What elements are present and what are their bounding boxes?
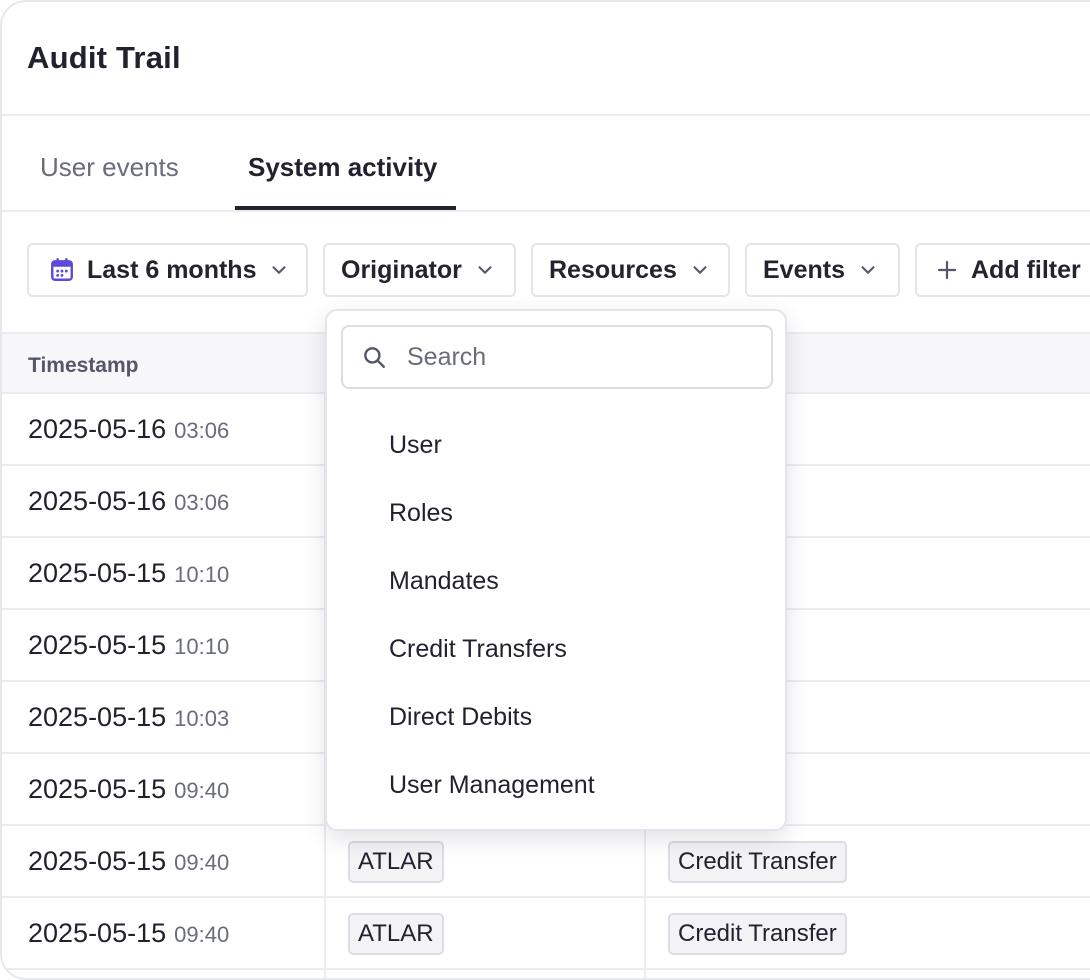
search-icon bbox=[364, 347, 385, 368]
timestamp-cell: 2025-05-16 03:06 bbox=[28, 414, 229, 445]
timestamp-time: 10:10 bbox=[174, 634, 230, 659]
resources-filter-button[interactable]: Resources bbox=[531, 243, 730, 297]
timestamp-cell: 2025-05-15 10:10 bbox=[28, 558, 229, 589]
audit-trail-panel: Audit Trail User events System activity … bbox=[0, 0, 1090, 980]
timestamp-time: 09:40 bbox=[174, 850, 230, 875]
resource-tag: Credit Transfer bbox=[668, 913, 847, 955]
active-tab-indicator bbox=[235, 206, 456, 210]
chevron-down-icon bbox=[693, 266, 707, 274]
timestamp-time: 03:06 bbox=[174, 418, 230, 443]
events-filter-button[interactable]: Events bbox=[745, 243, 900, 297]
resource-tag: Credit Transfer bbox=[668, 841, 847, 883]
calendar-icon bbox=[51, 257, 73, 281]
date-range-filter-button[interactable]: Last 6 months bbox=[27, 243, 308, 297]
plus-icon bbox=[937, 260, 957, 280]
timestamp-date: 2025-05-15 bbox=[28, 558, 167, 588]
timestamp-date: 2025-05-15 bbox=[28, 630, 167, 660]
tab-user-events[interactable]: User events bbox=[40, 152, 179, 183]
resources-filter-label: Resources bbox=[549, 255, 677, 284]
dropdown-option-user[interactable]: User bbox=[389, 431, 442, 460]
originator-tag: ATLAR bbox=[348, 841, 444, 883]
chevron-down-icon bbox=[272, 266, 286, 274]
dropdown-option-credit-transfers[interactable]: Credit Transfers bbox=[389, 635, 567, 664]
timestamp-cell: 2025-05-15 09:40 bbox=[28, 918, 229, 949]
timestamp-date: 2025-05-15 bbox=[28, 774, 167, 804]
table-row[interactable]: 2025-05-15 09:40 ATLAR Credit Transfer bbox=[2, 898, 1090, 970]
timestamp-time: 09:40 bbox=[174, 778, 230, 803]
dropdown-option-direct-debits[interactable]: Direct Debits bbox=[389, 703, 532, 732]
timestamp-time: 09:40 bbox=[174, 922, 230, 947]
timestamp-date: 2025-05-16 bbox=[28, 414, 167, 444]
dropdown-option-roles[interactable]: Roles bbox=[389, 499, 453, 528]
timestamp-cell: 2025-05-15 09:40 bbox=[28, 774, 229, 805]
timestamp-date: 2025-05-15 bbox=[28, 846, 167, 876]
filter-bar: Last 6 months Originator Resources Event… bbox=[2, 243, 1090, 301]
timestamp-cell: 2025-05-15 09:40 bbox=[28, 846, 229, 877]
timestamp-cell: 2025-05-16 03:06 bbox=[28, 486, 229, 517]
page-title: Audit Trail bbox=[27, 40, 181, 75]
tab-system-activity[interactable]: System activity bbox=[248, 152, 437, 183]
timestamp-date: 2025-05-15 bbox=[28, 918, 167, 948]
dropdown-search-input[interactable] bbox=[405, 341, 739, 373]
chevron-down-icon bbox=[478, 266, 492, 274]
dropdown-option-user-management[interactable]: User Management bbox=[389, 771, 595, 800]
chevron-down-icon bbox=[861, 266, 875, 274]
dropdown-option-mandates[interactable]: Mandates bbox=[389, 567, 499, 596]
timestamp-time: 03:06 bbox=[174, 490, 230, 515]
title-bar: Audit Trail bbox=[2, 2, 1090, 116]
dropdown-search-box[interactable] bbox=[341, 325, 773, 389]
timestamp-time: 10:03 bbox=[174, 706, 230, 731]
tab-bar: User events System activity bbox=[2, 114, 1090, 212]
timestamp-time: 10:10 bbox=[174, 562, 230, 587]
originator-filter-button[interactable]: Originator bbox=[323, 243, 516, 297]
timestamp-date: 2025-05-15 bbox=[28, 702, 167, 732]
timestamp-cell: 2025-05-15 10:03 bbox=[28, 702, 229, 733]
originator-tag: ATLAR bbox=[348, 913, 444, 955]
originator-dropdown-menu: User Roles Mandates Credit Transfers Dir… bbox=[325, 309, 787, 831]
originator-filter-label: Originator bbox=[341, 255, 462, 284]
add-filter-label: Add filter bbox=[971, 255, 1081, 284]
table-row[interactable]: 2025-05-15 09:40 ATLAR Credit Transfer bbox=[2, 826, 1090, 898]
date-range-label: Last 6 months bbox=[87, 255, 257, 284]
timestamp-cell: 2025-05-15 10:10 bbox=[28, 630, 229, 661]
add-filter-button[interactable]: Add filter bbox=[915, 243, 1090, 297]
events-filter-label: Events bbox=[763, 255, 845, 284]
timestamp-date: 2025-05-16 bbox=[28, 486, 167, 516]
column-header-timestamp[interactable]: Timestamp bbox=[28, 354, 139, 378]
